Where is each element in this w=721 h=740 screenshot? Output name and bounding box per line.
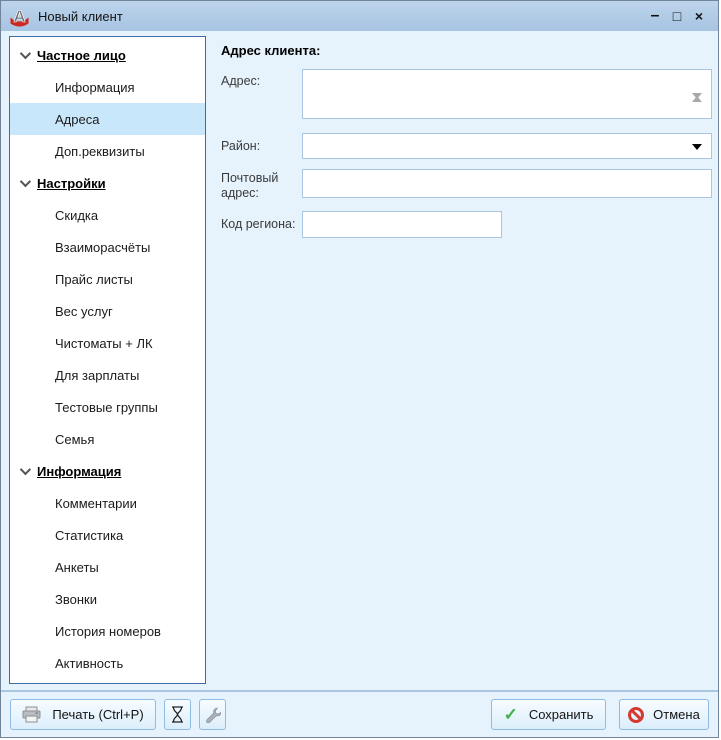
sidebar-item-label: Информация bbox=[55, 79, 135, 95]
maximize-button[interactable]: □ bbox=[666, 5, 688, 27]
sidebar-item-label: Анкеты bbox=[55, 559, 99, 575]
tools-button[interactable] bbox=[199, 699, 226, 730]
sidebar-group[interactable]: Частное лицо bbox=[10, 39, 205, 71]
sidebar-item-label: История номеров bbox=[55, 623, 161, 639]
close-button[interactable]: × bbox=[688, 5, 710, 27]
sidebar-item-label: Активность bbox=[55, 655, 124, 671]
client-address-form: Адрес клиента: Адрес: Район: Почтовый ад… bbox=[206, 31, 718, 690]
printer-icon bbox=[22, 706, 41, 723]
sidebar-item[interactable]: Взаиморасчёты bbox=[10, 231, 205, 263]
new-client-window: A Новый клиент – □ × Частное лицо Информ… bbox=[0, 0, 719, 738]
sidebar-item-label: Прайс листы bbox=[55, 271, 133, 287]
app-logo-icon: A bbox=[9, 6, 30, 27]
titlebar: A Новый клиент – □ × bbox=[1, 1, 718, 31]
sidebar-item-label: Адреса bbox=[55, 111, 100, 127]
district-label: Район: bbox=[221, 139, 261, 153]
scroll-up-icon[interactable] bbox=[692, 79, 706, 102]
cancel-button-label: Отмена bbox=[653, 707, 700, 722]
sidebar-item-label: Взаиморасчёты bbox=[55, 239, 151, 255]
sidebar-item[interactable]: Адреса bbox=[10, 103, 205, 135]
sidebar-item[interactable]: Активность bbox=[10, 647, 205, 679]
chevron-down-icon bbox=[19, 47, 32, 60]
region-code-label: Код региона: bbox=[221, 217, 296, 231]
scroll-down-icon[interactable] bbox=[692, 93, 706, 116]
window-controls: – □ × bbox=[644, 5, 710, 27]
sidebar-tree: Частное лицо Информация Адреса Доп.рекви… bbox=[9, 36, 206, 684]
minimize-button[interactable]: – bbox=[644, 5, 666, 27]
wrench-icon bbox=[205, 707, 221, 723]
sidebar-item-label: Статистика bbox=[55, 527, 124, 543]
dropdown-arrow-icon bbox=[692, 144, 702, 150]
form-title: Адрес клиента: bbox=[221, 43, 321, 58]
sidebar-item-label: Доп.реквизиты bbox=[55, 143, 145, 159]
print-button-label: Печать (Ctrl+P) bbox=[52, 707, 144, 722]
sidebar-item[interactable]: Для зарплаты bbox=[10, 359, 205, 391]
sidebar-item[interactable]: Семья bbox=[10, 423, 205, 455]
prohibition-icon bbox=[628, 706, 645, 723]
sidebar-item-label: Вес услуг bbox=[55, 303, 113, 319]
print-button[interactable]: Печать (Ctrl+P) bbox=[10, 699, 156, 730]
sidebar-item-label: Для зарплаты bbox=[55, 367, 140, 383]
sidebar-item[interactable]: История номеров bbox=[10, 615, 205, 647]
save-button[interactable]: ✓ Сохранить bbox=[491, 699, 606, 730]
sidebar-group-label: Настройки bbox=[37, 175, 106, 191]
chevron-down-icon bbox=[19, 463, 32, 476]
sidebar-group-label: Частное лицо bbox=[37, 47, 126, 63]
window-title: Новый клиент bbox=[38, 8, 123, 24]
sidebar-item[interactable]: Анкеты bbox=[10, 551, 205, 583]
svg-text:A: A bbox=[13, 7, 25, 26]
sidebar-item[interactable]: Чистоматы + ЛК bbox=[10, 327, 205, 359]
sidebar-item-label: Скидка bbox=[55, 207, 99, 223]
sidebar-item[interactable]: Вес услуг bbox=[10, 295, 205, 327]
sidebar-item[interactable]: Комментарии bbox=[10, 487, 205, 519]
history-button[interactable] bbox=[164, 699, 191, 730]
hourglass-icon bbox=[171, 706, 184, 723]
sidebar-item-label: Звонки bbox=[55, 591, 97, 607]
sidebar-group-label: Информация bbox=[37, 463, 122, 479]
region-code-input[interactable] bbox=[302, 211, 502, 238]
bottom-toolbar: Печать (Ctrl+P) ✓ Сохранить Отмена bbox=[1, 690, 718, 737]
address-textarea[interactable] bbox=[303, 70, 689, 118]
sidebar-item[interactable]: Скидка bbox=[10, 199, 205, 231]
cancel-button[interactable]: Отмена bbox=[619, 699, 709, 730]
sidebar-item[interactable]: Доп.реквизиты bbox=[10, 135, 205, 167]
address-label: Адрес: bbox=[221, 74, 261, 88]
sidebar-item-label: Комментарии bbox=[55, 495, 137, 511]
sidebar-group[interactable]: Настройки bbox=[10, 167, 205, 199]
check-icon: ✓ bbox=[503, 705, 518, 724]
postal-address-input[interactable] bbox=[302, 169, 712, 198]
address-textarea-wrap bbox=[302, 69, 712, 119]
sidebar-item-label: Тестовые группы bbox=[55, 399, 158, 415]
chevron-down-icon bbox=[19, 175, 32, 188]
postal-address-label: Почтовый адрес: bbox=[221, 171, 279, 200]
sidebar-item-label: Чистоматы + ЛК bbox=[55, 335, 153, 351]
content-area: Частное лицо Информация Адреса Доп.рекви… bbox=[1, 31, 718, 690]
toolbar-right-group: ✓ Сохранить Отмена bbox=[491, 699, 709, 730]
sidebar-item[interactable]: Статистика bbox=[10, 519, 205, 551]
district-dropdown[interactable] bbox=[302, 133, 712, 159]
save-button-label: Сохранить bbox=[528, 707, 594, 722]
sidebar-item[interactable]: Тестовые группы bbox=[10, 391, 205, 423]
sidebar-item-label: Семья bbox=[55, 431, 95, 447]
sidebar-item[interactable]: Информация bbox=[10, 71, 205, 103]
sidebar-group[interactable]: Информация bbox=[10, 455, 205, 487]
sidebar-item[interactable]: Звонки bbox=[10, 583, 205, 615]
sidebar-item[interactable]: Прайс листы bbox=[10, 263, 205, 295]
